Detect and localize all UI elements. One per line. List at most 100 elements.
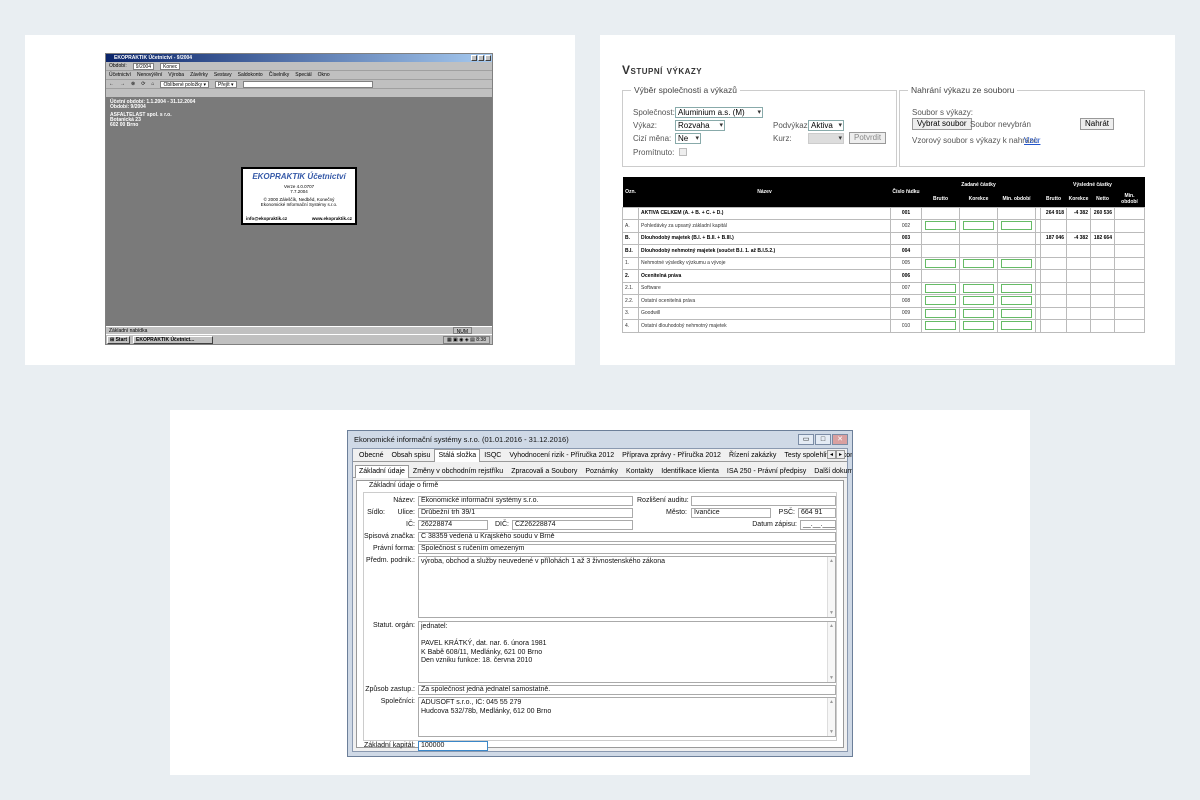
street-input[interactable]: Drůbežní trh 39/1 — [418, 508, 633, 518]
amount-input[interactable] — [925, 221, 956, 231]
menu-item[interactable]: Speciál — [295, 71, 311, 80]
choose-file-button[interactable]: Vybrat soubor — [912, 118, 972, 130]
row-nazev: AKTIVA CELKEM (A. + B. + C. + D.) — [638, 206, 891, 220]
file-number-input[interactable]: C 38359 vedená u Krajského soudu v Brně — [418, 532, 836, 542]
scrollbar[interactable] — [827, 698, 835, 736]
period-field[interactable]: 9/2004 — [132, 62, 155, 70]
name-input[interactable]: Ekonomické informační systémy s.r.o. — [418, 496, 633, 506]
num-lock-indicator: NUM — [452, 327, 472, 335]
representation-label: Způsob zastup.: — [365, 686, 415, 693]
amount-input[interactable] — [925, 296, 956, 306]
legal-form-input[interactable]: Společnost s ručením omezeným — [418, 544, 836, 554]
city-input[interactable]: Ivančice — [691, 508, 771, 518]
report-select[interactable]: Rozvaha — [675, 120, 725, 131]
menu-item[interactable]: Výroba — [168, 71, 184, 80]
subreport-select[interactable]: Aktiva — [808, 120, 844, 131]
scrollbar[interactable] — [827, 557, 835, 617]
tab-rizeni-zakazky[interactable]: Řízení zakázky — [725, 449, 780, 461]
tab-vyhodnoceni-rizik[interactable]: Vyhodnocení rizik - Příručka 2012 — [505, 449, 618, 461]
amount-input[interactable] — [925, 321, 956, 331]
rate-input[interactable] — [808, 133, 844, 144]
amount-input[interactable] — [1001, 308, 1032, 318]
dic-input[interactable]: CZ26228874 — [512, 520, 633, 530]
stop-icon[interactable]: ⊗ — [131, 80, 135, 89]
menu-item[interactable]: Saldokonto — [238, 71, 263, 80]
menu-item[interactable]: Účetnictví — [109, 71, 131, 80]
subtab-dalsi-dokumenty[interactable]: Další dokumenty — [810, 465, 852, 477]
representation-input[interactable]: Za společnost jedná jednatel samostatně. — [418, 685, 836, 695]
subtab-zpracovali[interactable]: Zpracovali a Soubory — [507, 465, 581, 477]
tab-obsah-spisu[interactable]: Obsah spisu — [388, 449, 435, 461]
start-button[interactable]: ⊞ Start — [107, 335, 130, 344]
tab-scroll-left-icon[interactable]: ◂ — [827, 450, 836, 459]
tab-stala-slozka[interactable]: Stálá složka — [434, 449, 481, 462]
menu-item[interactable]: Číselníky — [269, 71, 290, 80]
tab-priprava-zpravy[interactable]: Příprava zprávy - Příručka 2012 — [618, 449, 725, 461]
amount-input[interactable] — [1001, 258, 1032, 268]
address-input[interactable] — [242, 80, 373, 88]
amount-cell — [997, 244, 1036, 258]
confirm-button[interactable]: Potvrdit — [849, 132, 887, 144]
end-button[interactable]: Konec — [160, 62, 181, 70]
sample-link[interactable]: Vzor — [1024, 136, 1040, 145]
result-brutto — [1040, 219, 1067, 233]
col-header-vysledne: Výsledné částky — [1040, 177, 1145, 192]
menu-item[interactable]: Sestavy — [214, 71, 232, 80]
start-label: Start — [115, 336, 127, 343]
currency-select[interactable]: Ne — [675, 133, 701, 144]
menu-item[interactable]: Závěrky — [190, 71, 208, 80]
amount-cell — [921, 206, 960, 220]
close-icon[interactable]: ✕ — [832, 434, 848, 445]
amount-input[interactable] — [925, 308, 956, 318]
amount-input[interactable] — [925, 258, 956, 268]
back-arrow-icon[interactable]: ← — [109, 80, 114, 89]
amount-input[interactable] — [963, 308, 994, 318]
amount-input[interactable] — [963, 296, 994, 306]
result-korekce — [1066, 269, 1091, 283]
favorites-dropdown[interactable]: Oblíbené položky ▾ — [160, 80, 209, 88]
subtab-poznamky[interactable]: Poznámky — [581, 465, 622, 477]
close-icon[interactable] — [485, 55, 491, 61]
tab-scroll-right-icon[interactable]: ▸ — [836, 450, 845, 459]
ic-input[interactable]: 26228874 — [418, 520, 488, 530]
row-nazev: Software — [638, 281, 891, 295]
amount-input[interactable] — [963, 283, 994, 293]
minimize-icon[interactable]: ▭ — [798, 434, 814, 445]
amount-input[interactable] — [925, 283, 956, 293]
forward-arrow-icon[interactable]: → — [120, 80, 125, 89]
menu-item[interactable]: Nenový/ění — [137, 71, 162, 80]
scrollbar[interactable] — [827, 622, 835, 682]
home-icon[interactable]: ⌂ — [151, 80, 154, 89]
amount-input[interactable] — [1001, 283, 1032, 293]
amount-input[interactable] — [963, 258, 994, 268]
amount-input[interactable] — [1001, 321, 1032, 331]
maximize-icon[interactable] — [478, 55, 484, 61]
tab-obecne[interactable]: Obecné — [355, 449, 388, 461]
subtab-zakladni-udaje[interactable]: Základní údaje — [355, 465, 409, 478]
statutory-textarea[interactable]: jednatel: PAVEL KRÁTKÝ, dat. nar. 6. úno… — [418, 621, 836, 683]
tab-isqc[interactable]: ISQC — [480, 449, 505, 461]
partners-textarea[interactable]: ADUSOFT s.r.o., IČ: 045 55 279 Hudcova 5… — [418, 697, 836, 737]
applied-checkbox[interactable] — [679, 148, 687, 156]
amount-input[interactable] — [1001, 221, 1032, 231]
upload-button[interactable]: Nahrát — [1080, 118, 1115, 130]
company-select[interactable]: Aluminium a.s. (M) — [675, 107, 763, 118]
amount-input[interactable] — [963, 221, 994, 231]
subtab-identifikace[interactable]: Identifikace klienta — [657, 465, 723, 477]
menu-item[interactable]: Okno — [318, 71, 330, 80]
registration-date-input[interactable]: __.__.____ — [800, 520, 836, 530]
subtab-kontakty[interactable]: Kontakty — [622, 465, 657, 477]
audit-resolution-input[interactable] — [691, 496, 836, 506]
amount-input[interactable] — [1001, 296, 1032, 306]
capital-input[interactable]: 100000 — [418, 741, 488, 751]
zip-input[interactable]: 664 91 — [798, 508, 836, 518]
subtab-isa-250[interactable]: ISA 250 - Právní předpisy — [723, 465, 810, 477]
business-scope-textarea[interactable]: výroba, obchod a služby neuvedené v příl… — [418, 556, 836, 618]
subtab-zmeny[interactable]: Změny v obchodním rejstříku — [409, 465, 507, 477]
refresh-icon[interactable]: ⟳ — [141, 80, 145, 89]
maximize-icon[interactable]: □ — [815, 434, 831, 445]
minimize-icon[interactable] — [471, 55, 477, 61]
amount-input[interactable] — [963, 321, 994, 331]
taskbar-app-button[interactable]: EKOPRAKTIK Účetnict... — [133, 335, 213, 344]
go-dropdown[interactable]: Přejít ▾ — [214, 80, 237, 88]
